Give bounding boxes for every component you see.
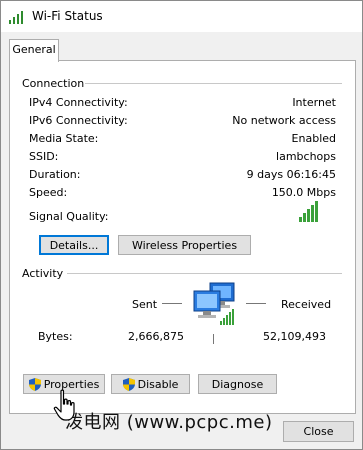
speed-label: Speed:: [29, 186, 68, 199]
activity-heading: Activity: [22, 267, 64, 280]
media-state-value: Enabled: [291, 132, 336, 145]
network-computer-icon: [193, 282, 235, 325]
disable-button-label: Disable: [137, 378, 179, 391]
signal-quality-icon: [299, 201, 318, 222]
signal-bar: [311, 205, 314, 222]
wifi-signal-icon: [9, 11, 23, 24]
sent-label: Sent: [132, 298, 158, 311]
connection-divider: [85, 83, 342, 84]
duration-label: Duration:: [29, 168, 81, 181]
signal-bar: [315, 201, 318, 222]
wifi-status-window: Wi-Fi Status General Connection IPv4 Con…: [0, 0, 363, 450]
ipv4-value: Internet: [292, 96, 336, 109]
received-line: [246, 303, 266, 304]
ipv6-value: No network access: [232, 114, 336, 127]
hand-pointer-cursor-icon: [53, 389, 75, 421]
diagnose-button[interactable]: Diagnose: [198, 374, 277, 394]
title-bar[interactable]: Wi-Fi Status: [1, 1, 362, 32]
activity-divider-tick: [213, 334, 214, 344]
speed-value: 150.0 Mbps: [271, 186, 336, 199]
disable-button[interactable]: Disable: [111, 374, 190, 394]
shield-icon: [122, 378, 135, 391]
ipv4-label: IPv4 Connectivity:: [29, 96, 128, 109]
ipv6-label: IPv6 Connectivity:: [29, 114, 128, 127]
duration-value: 9 days 06:16:45: [246, 168, 336, 181]
bytes-received-value: 52,109,493: [263, 330, 326, 343]
wireless-properties-button[interactable]: Wireless Properties: [118, 235, 251, 255]
signal-bar: [299, 217, 302, 222]
activity-divider: [67, 273, 342, 274]
watermark-text: 泼电网 (www.pcpc.me): [65, 412, 273, 433]
signal-bar: [307, 209, 310, 222]
sent-line: [162, 303, 182, 304]
media-state-label: Media State:: [29, 132, 99, 145]
details-button[interactable]: Details...: [39, 235, 109, 255]
close-button[interactable]: Close: [283, 421, 354, 442]
ssid-value: lambchops: [276, 150, 336, 163]
connection-heading: Connection: [22, 77, 85, 90]
tab-general[interactable]: General: [9, 39, 59, 62]
signal-quality-label: Signal Quality:: [29, 210, 109, 223]
bytes-label: Bytes:: [38, 330, 73, 343]
signal-bar: [303, 213, 306, 222]
shield-icon: [28, 378, 41, 391]
received-label: Received: [281, 298, 332, 311]
ssid-label: SSID:: [29, 150, 59, 163]
bytes-sent-value: 2,666,875: [128, 330, 184, 343]
window-title: Wi-Fi Status: [32, 9, 103, 23]
